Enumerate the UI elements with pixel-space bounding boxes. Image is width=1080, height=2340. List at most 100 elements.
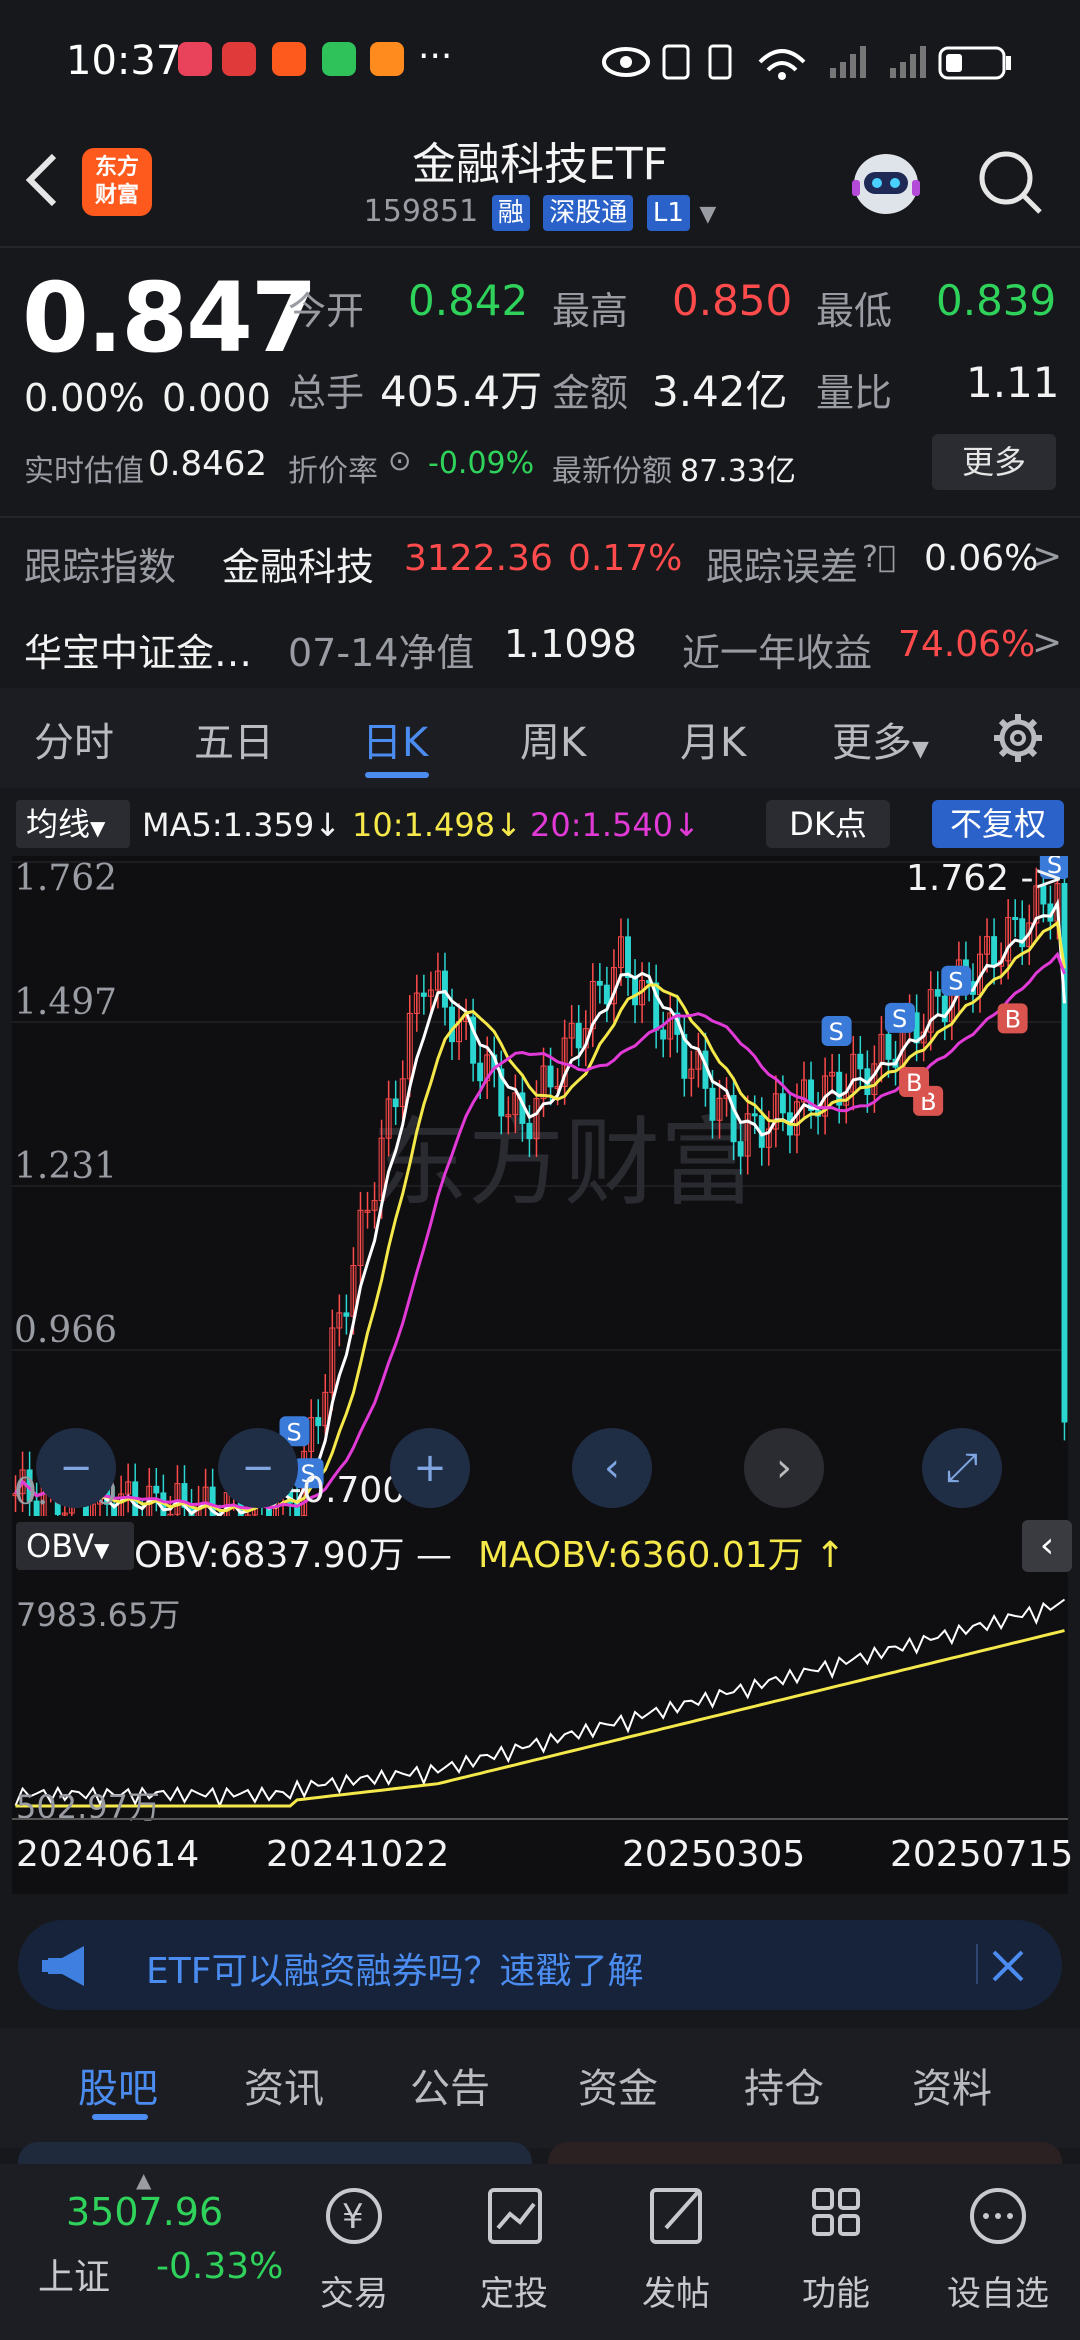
tracking-index-pct: 0.17% [568,538,683,579]
candle [660,1029,667,1040]
nav-fixed-invest[interactable]: 定投 [454,2266,574,2315]
margin-tag: 融 [491,195,530,231]
obv-selector[interactable]: OBV▼ [16,1522,134,1570]
est-label: 实时估值 [24,454,144,489]
candle [737,1141,744,1157]
candle [885,1033,892,1060]
notice-text[interactable]: ETF可以融资融券吗？速戳了解 [146,1942,643,1994]
scroll-right-icon[interactable]: › [744,1428,824,1508]
tab-five-day[interactable]: 五日 [194,710,274,768]
megaphone-icon [42,1946,84,1986]
amount-label: 金额 [552,371,629,415]
trade-icon[interactable]: ¥ [294,2178,414,2258]
dk-point-button[interactable]: DK点 [766,800,890,848]
nav-post[interactable]: 发帖 [616,2266,736,2315]
status-time: 10:37 [66,38,182,84]
candle [343,1312,350,1317]
candle [420,992,427,997]
y-tick: 1.497 [14,982,118,1023]
fund-name[interactable]: 华宝中证金… [24,622,252,677]
change-pct: 0.00% [24,376,145,420]
security-code: 159851 [363,194,479,229]
zoom-out-button[interactable]: − [36,1428,116,1508]
app-notification-icon [222,42,256,76]
tab-monthly-k[interactable]: 月K [680,710,746,768]
tab-announcements[interactable]: 公告 [410,2056,490,2114]
fullscreen-icon[interactable]: ⤢ [922,1428,1002,1508]
tracking-index-name[interactable]: 金融科技 [222,536,374,591]
index-name[interactable]: 上证 [38,2248,110,2300]
zoom-in-icon[interactable]: + [390,1428,470,1508]
dropdown-icon: ▼ [699,202,717,227]
obv-y-top: 7983.65万 [16,1596,181,1634]
dropdown-icon: ▼ [94,1538,110,1562]
search-icon[interactable] [976,148,1044,216]
tab-weekly-k[interactable]: 周K [520,710,586,768]
candle [779,1093,786,1114]
tab-daily-k[interactable]: 日K [362,710,428,768]
scroll-left-icon[interactable]: ‹ [572,1428,652,1508]
settings-gear-icon[interactable] [990,710,1046,766]
fixed-invest-icon[interactable] [454,2178,574,2258]
tab-holdings[interactable]: 持仓 [744,2056,824,2114]
zoom-out-icon[interactable]: − [218,1428,298,1508]
more-notifications-icon: ··· [418,36,453,77]
nav-trade[interactable]: 交易 [294,2266,414,2315]
nav-date-label: 07-14净值 [288,631,475,675]
candle [751,1113,758,1117]
volume-value: 405.4万 [380,367,543,416]
tab-more-label: 更多 [832,720,912,766]
tracking-index-value: 3122.36 [404,538,553,579]
functions-icon[interactable] [776,2178,896,2258]
tab-profile[interactable]: 资料 [912,2056,992,2114]
maobv-value: MAOBV:6360.01万 ↑ [478,1535,846,1576]
divider [976,1944,978,1984]
help-icon[interactable]: ?⃝ [862,540,896,575]
candle [547,1065,554,1088]
maobv-line [15,1629,1065,1808]
more-button[interactable]: 更多 [932,434,1056,490]
info-icon[interactable]: ⊙ [388,444,411,477]
tab-more[interactable]: 更多▼ [832,710,929,768]
chevron-right-icon[interactable]: > [1032,536,1062,577]
level-tag: L1 [646,195,690,231]
nav-watchlist[interactable]: 设自选 [938,2266,1058,2315]
candle [632,976,639,1006]
candle [603,984,610,1005]
app-notification-icon [370,42,404,76]
tab-news[interactable]: 资讯 [244,2056,324,2114]
tab-intraday[interactable]: 分时 [34,710,114,768]
wechat-icon [322,42,356,76]
candle [596,980,603,986]
svg-text:¥: ¥ [342,2197,364,2237]
shares-label: 最新份额 [552,454,672,489]
robot-assistant-icon[interactable] [844,140,928,224]
candle [449,1006,455,1043]
discount-label: 折价率 [288,454,378,489]
adjust-button[interactable]: 不复权 [932,800,1064,848]
obv-selector-label: OBV [26,1527,95,1565]
index-value[interactable]: 3507.96 [66,2190,223,2234]
est-value: 0.8462 [148,444,267,484]
tab-guba[interactable]: 股吧 [78,2056,158,2114]
add-watchlist-icon[interactable] [938,2178,1058,2258]
close-icon[interactable] [990,1948,1026,1984]
marker-label: B [906,1069,922,1097]
year-return-value[interactable]: 74.06% [898,624,1035,665]
divider [0,246,1080,248]
nav-functions[interactable]: 功能 [776,2266,896,2315]
x-tick: 20250715 [890,1834,1074,1875]
chevron-right-icon[interactable]: > [1032,622,1062,663]
tracking-error-value[interactable]: 0.06% [924,538,1038,579]
kline-chart[interactable]: 东方财富 SBSBBSBSSBBS [12,856,1068,1516]
collapse-panel-icon[interactable]: ‹ [1022,1520,1072,1572]
candle [625,936,631,978]
post-icon[interactable] [616,2178,736,2258]
candle [991,936,998,967]
high-label: 最高 [552,289,629,333]
ma-selector[interactable]: 均线▼ [16,800,130,848]
x-tick: 20250305 [622,1834,806,1875]
index-pct[interactable]: -0.33% [156,2246,283,2287]
candle [392,1098,399,1108]
tab-funds[interactable]: 资金 [578,2056,658,2114]
